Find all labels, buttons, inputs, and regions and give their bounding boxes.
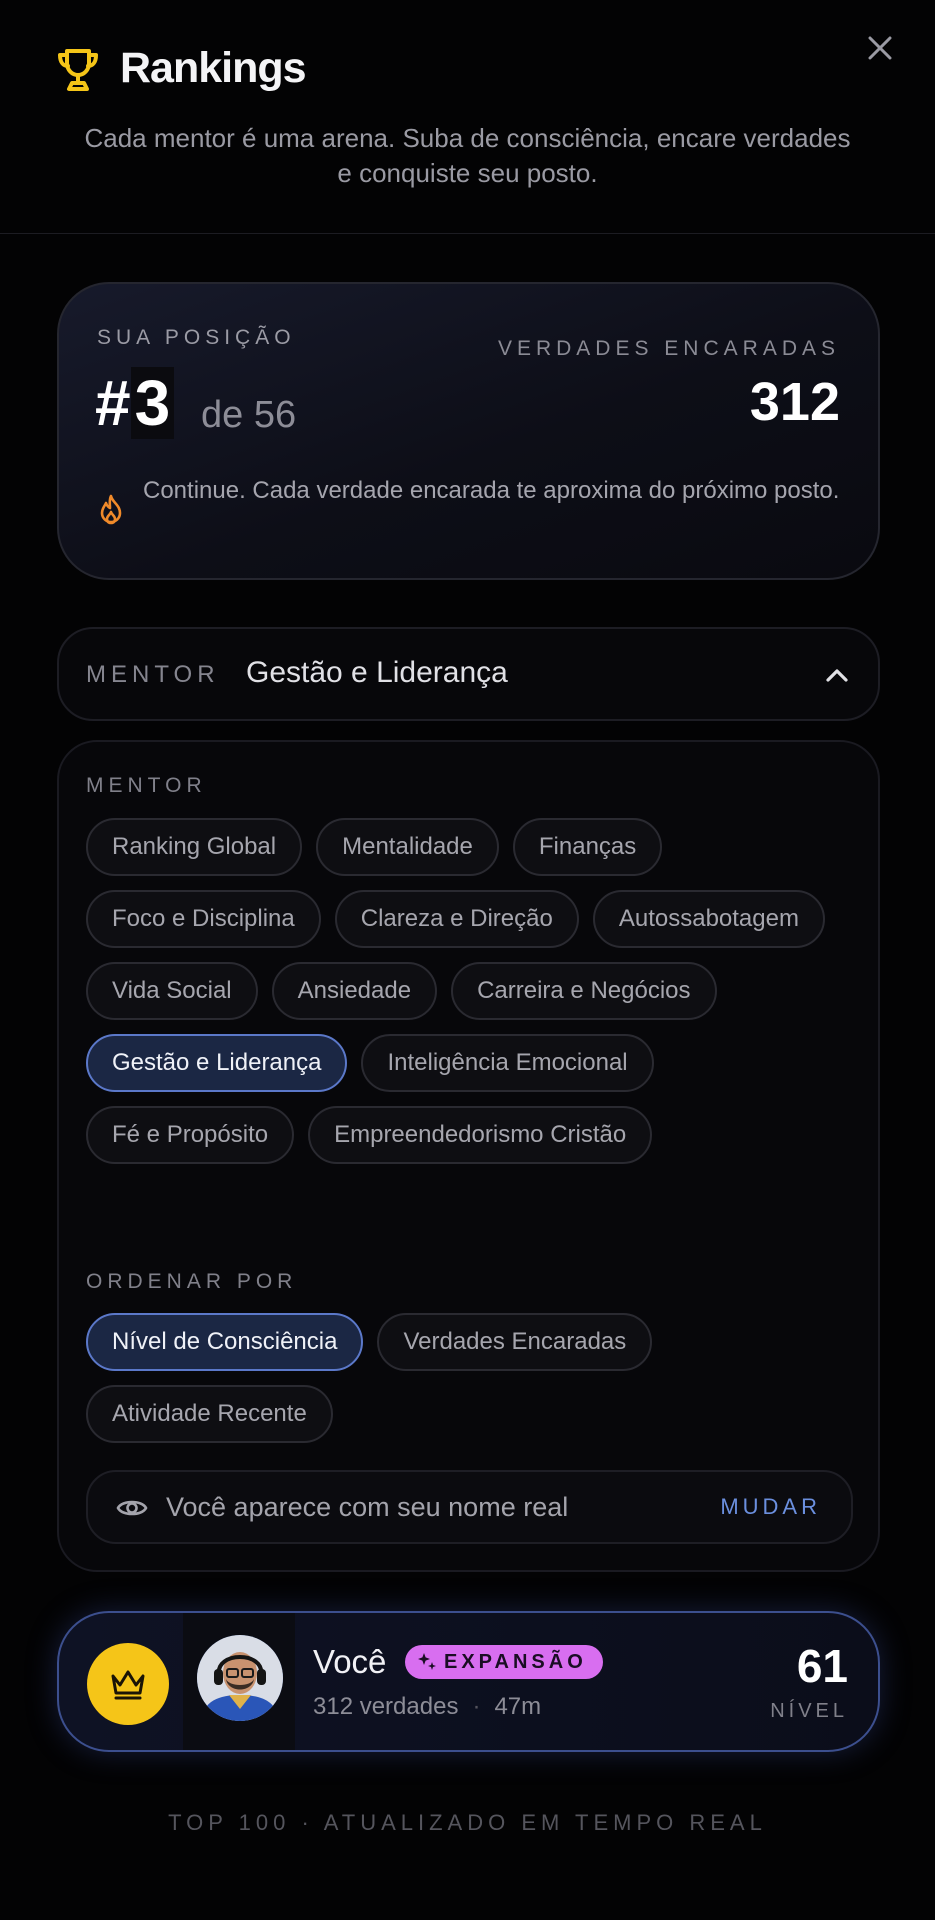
meta-separator: · <box>472 1693 481 1720</box>
flame-icon <box>100 494 122 525</box>
mentor-chip[interactable]: Inteligência Emocional <box>361 1034 654 1092</box>
my-ranking-card[interactable]: Você EXPANSÃO 312 verdades · 47m 61 NÍVEL <box>57 1611 880 1752</box>
mentor-chip[interactable]: Ranking Global <box>86 818 303 876</box>
position-message: Continue. Cada verdade encarada te aprox… <box>143 477 840 504</box>
mentor-chip[interactable]: Fé e Propósito <box>86 1106 295 1164</box>
change-visibility-button[interactable]: MUDAR <box>720 1494 821 1520</box>
filters-panel: MENTOR Ranking Global Mentalidade Finanças… <box>57 740 880 1572</box>
mentor-chip[interactable]: Mentalidade <box>316 818 499 876</box>
mentor-dropdown-value: Gestão e Liderança <box>246 656 508 689</box>
mentor-chip[interactable]: Gestão e Liderança <box>86 1034 348 1092</box>
sort-chip[interactable]: Atividade Recente <box>86 1385 333 1443</box>
truths-value: 312 <box>749 372 840 432</box>
mentor-chip[interactable]: Finanças <box>512 818 663 876</box>
position-rank: #3 <box>95 366 175 440</box>
avatar-frame <box>183 1613 295 1750</box>
my-truths: 312 verdades <box>313 1693 459 1720</box>
my-name: Você <box>313 1643 387 1680</box>
tier-label: EXPANSÃO <box>444 1650 587 1673</box>
sort-chip[interactable]: Verdades Encaradas <box>377 1313 653 1371</box>
page-subtitle: Cada mentor é uma arena. Suba de consciê… <box>84 123 851 188</box>
visibility-row: Você aparece com seu nome real MUDAR <box>86 1470 853 1544</box>
crown-icon <box>111 1670 145 1700</box>
visibility-text: Você aparece com seu nome real <box>166 1492 569 1522</box>
position-card: SUA POSIÇÃO #3 de 56 VERDADES ENCARADAS … <box>57 282 880 580</box>
level-value: 61 <box>796 1640 848 1692</box>
chevron-up-icon[interactable] <box>824 663 850 689</box>
sort-section-label: ORDENAR POR <box>86 1270 298 1293</box>
sort-chip-list: Nível de Consciência Verdades Encaradas At… <box>86 1313 866 1443</box>
mentor-chip[interactable]: Foco e Disciplina <box>86 890 321 948</box>
rank-badge <box>87 1643 169 1725</box>
position-label: SUA POSIÇÃO <box>97 326 296 349</box>
mentor-dropdown-label: MENTOR <box>86 661 220 688</box>
mentor-dropdown[interactable]: MENTOR Gestão e Liderança <box>57 627 880 721</box>
sort-chip[interactable]: Nível de Consciência <box>86 1313 364 1371</box>
eye-icon <box>116 1500 148 1516</box>
header: Rankings Cada mentor é uma arena. Suba d… <box>0 0 935 234</box>
mentor-chip[interactable]: Carreira e Negócios <box>451 962 717 1020</box>
rank-number: 3 <box>130 367 175 439</box>
mentor-chip[interactable]: Clareza e Direção <box>334 890 579 948</box>
sparkle-icon <box>418 1653 436 1670</box>
my-stats: 312 verdades · 47m <box>313 1693 541 1721</box>
position-total: de 56 <box>201 394 297 436</box>
avatar <box>197 1635 283 1721</box>
mentor-chip[interactable]: Autossabotagem <box>592 890 825 948</box>
close-icon[interactable] <box>864 32 896 64</box>
mentor-chip-list: Ranking Global Mentalidade Finanças Foco e … <box>86 818 866 1164</box>
mentor-chip[interactable]: Ansiedade <box>271 962 438 1020</box>
trophy-icon <box>58 49 98 91</box>
mentor-chip[interactable]: Empreendedorismo Cristão <box>308 1106 653 1164</box>
truths-label: VERDADES ENCARADAS <box>497 337 840 360</box>
rank-prefix: # <box>95 367 131 439</box>
mentor-section-label: MENTOR <box>86 774 207 797</box>
level-label: NÍVEL <box>770 1700 848 1722</box>
footer-note: TOP 100 · ATUALIZADO EM TEMPO REAL <box>168 1810 767 1835</box>
my-last-activity: 47m <box>494 1693 542 1720</box>
tier-badge: EXPANSÃO <box>405 1645 603 1679</box>
mentor-chip[interactable]: Vida Social <box>86 962 258 1020</box>
page-title: Rankings <box>120 44 307 92</box>
